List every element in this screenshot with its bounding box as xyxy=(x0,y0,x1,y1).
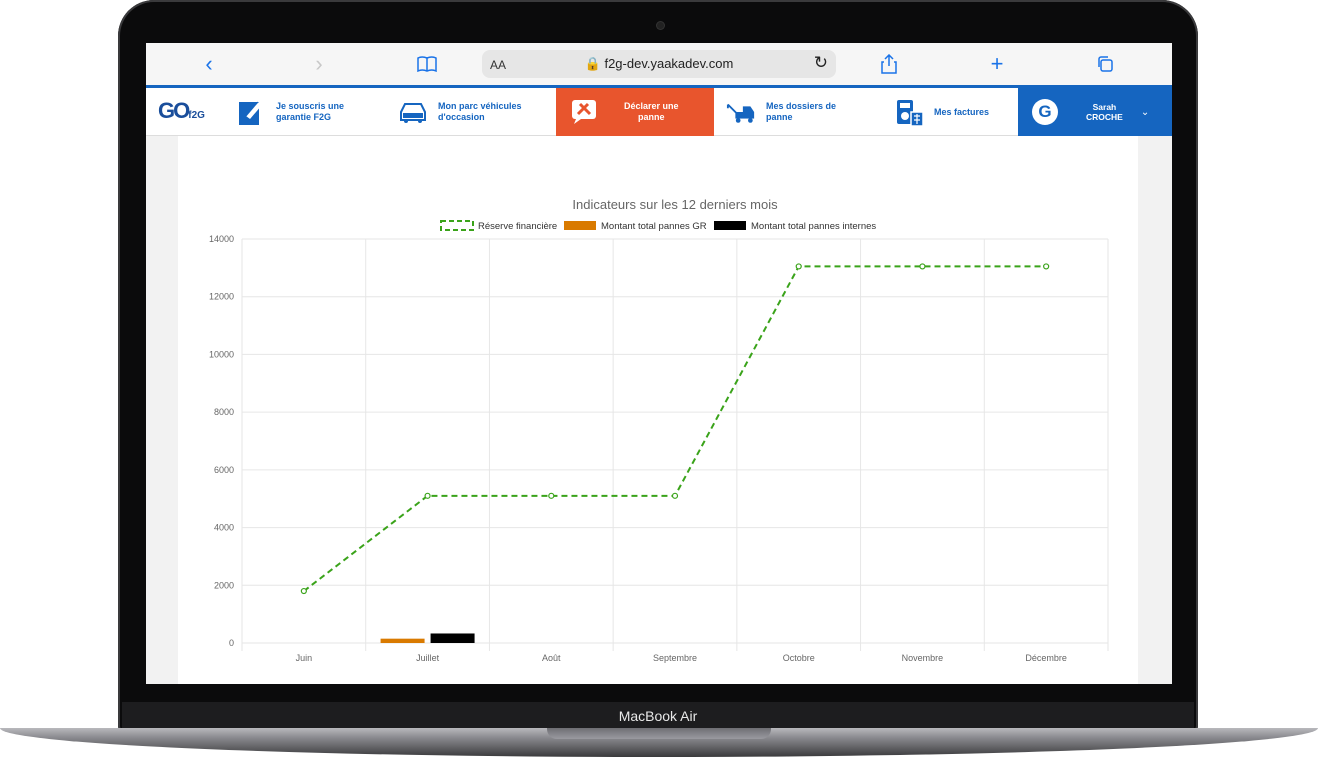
x-tick-label: Juillet xyxy=(416,653,440,663)
chevron-down-icon[interactable]: ⌄ xyxy=(1141,107,1149,118)
nav-label-factures: Mes factures xyxy=(934,106,990,117)
point-reserve xyxy=(919,263,926,270)
chart-card: Indicateurs sur les 12 derniers mois Rése… xyxy=(178,136,1138,684)
bar-gr xyxy=(380,638,425,643)
back-icon[interactable]: ‹ xyxy=(196,51,222,77)
x-tick-label: Septembre xyxy=(653,653,697,663)
new-tab-icon[interactable]: + xyxy=(984,51,1010,77)
point-reserve xyxy=(424,492,431,499)
lock-icon: 🔒 xyxy=(584,56,601,71)
legend-swatch-gr xyxy=(564,221,596,230)
y-tick-label: 10000 xyxy=(209,349,234,359)
bookmarks-icon[interactable] xyxy=(414,51,440,77)
x-tick-label: Novembre xyxy=(902,653,944,663)
nav-item-declarer[interactable]: Déclarer une panne xyxy=(556,88,714,136)
address-bar[interactable]: AA 🔒 f2g-dev.yaakadev.com ↻ xyxy=(482,50,836,78)
forward-icon[interactable]: › xyxy=(306,51,332,77)
point-reserve xyxy=(548,492,555,499)
url-text: 🔒 f2g-dev.yaakadev.com xyxy=(482,56,836,72)
chart-title: Indicateurs sur les 12 derniers mois xyxy=(572,197,778,212)
y-tick-label: 2000 xyxy=(214,580,234,590)
camera xyxy=(657,22,664,29)
car-icon xyxy=(398,97,428,127)
calculator-icon xyxy=(894,97,924,127)
legend-label-2: Montant total pannes internes xyxy=(751,221,876,232)
tow-truck-icon xyxy=(726,97,756,127)
x-tick-label: Octobre xyxy=(783,653,815,663)
reload-icon[interactable]: ↻ xyxy=(814,53,828,73)
app-navbar: GOf2G Je souscris une garantie F2G Mon p… xyxy=(146,85,1172,136)
y-tick-label: 4000 xyxy=(214,523,234,533)
legend-swatch-internes xyxy=(714,221,746,230)
laptop-chin: MacBook Air xyxy=(122,702,1194,730)
point-reserve xyxy=(300,587,307,595)
nav-label-declarer: Déclarer une panne xyxy=(624,101,679,122)
point-reserve xyxy=(795,263,802,270)
share-icon[interactable] xyxy=(876,51,902,77)
x-tick-label: Juin xyxy=(296,653,313,663)
document-pen-icon xyxy=(236,97,266,127)
laptop-notch xyxy=(547,728,771,739)
point-reserve xyxy=(1043,263,1050,270)
tools-icon xyxy=(570,97,600,127)
y-tick-label: 12000 xyxy=(209,292,234,302)
user-menu[interactable]: G Sarah CROCHE ⌄ xyxy=(1018,88,1172,136)
tabs-icon[interactable] xyxy=(1092,51,1118,77)
x-tick-label: Décembre xyxy=(1025,653,1067,663)
user-first-name: Sarah xyxy=(1092,102,1117,112)
url-label: f2g-dev.yaakadev.com xyxy=(604,56,734,71)
user-name: Sarah CROCHE xyxy=(1086,102,1123,122)
y-tick-label: 6000 xyxy=(214,465,234,475)
user-last-name: CROCHE xyxy=(1086,112,1123,122)
brand-label: MacBook Air xyxy=(618,708,698,724)
nav-label-parc: Mon parc véhicules d'occasion xyxy=(438,101,522,122)
y-tick-label: 8000 xyxy=(214,407,234,417)
line-reserve xyxy=(303,265,1047,592)
f2g-logo[interactable]: GOf2G xyxy=(158,98,205,124)
y-tick-label: 0 xyxy=(229,638,234,648)
logo-sub: f2G xyxy=(188,110,205,121)
avatar: G xyxy=(1032,99,1058,125)
browser-toolbar: ‹ › AA 🔒 f2g-dev.yaakadev.com ↻ + xyxy=(146,43,1172,86)
nav-item-dossiers[interactable]: Mes dossiers de panne xyxy=(726,88,836,136)
legend-label-0: Réserve financière xyxy=(478,221,557,232)
nav-label-dossiers: Mes dossiers de panne xyxy=(766,101,837,122)
nav-item-parc[interactable]: Mon parc véhicules d'occasion xyxy=(398,88,522,136)
screen: ‹ › AA 🔒 f2g-dev.yaakadev.com ↻ + GOf2G xyxy=(146,43,1172,684)
indicateurs-chart: Indicateurs sur les 12 derniers mois Rése… xyxy=(209,197,1109,663)
point-reserve xyxy=(671,492,679,499)
bar-internes xyxy=(430,633,475,643)
x-tick-label: Août xyxy=(542,653,561,663)
nav-label-garantie: Je souscris une garantie F2G xyxy=(276,101,345,122)
nav-item-factures[interactable]: Mes factures xyxy=(894,88,989,136)
legend-label-1: Montant total pannes GR xyxy=(601,221,707,232)
logo-text: GO xyxy=(158,98,190,123)
nav-item-garantie[interactable]: Je souscris une garantie F2G xyxy=(236,88,344,136)
legend-swatch-reserve xyxy=(440,220,474,231)
y-tick-label: 14000 xyxy=(209,234,234,244)
content-area: Indicateurs sur les 12 derniers mois Rése… xyxy=(146,136,1172,684)
